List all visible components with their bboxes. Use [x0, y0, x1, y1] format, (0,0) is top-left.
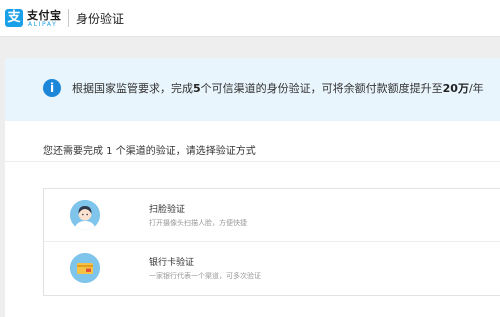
face-avatar-icon — [70, 200, 100, 230]
bank-card-verification-option[interactable]: 银行卡验证 一家银行代表一个渠道，可多次验证 — [44, 242, 500, 294]
notice-banner: i 根据国家监管要求，完成5个可信渠道的身份验证，可将余额付款额度提升至20万/… — [5, 58, 500, 121]
notice-text-part2: 个可信渠道的身份验证，可将余额付款额度提升至 — [200, 82, 443, 95]
notice-text-part1: 根据国家监管要求，完成 — [72, 82, 193, 95]
notice-limit-amount: 20万 — [442, 82, 469, 95]
instruction-text: 您还需要完成 1 个渠道的验证，请选择验证方式 — [43, 146, 256, 157]
info-icon: i — [43, 79, 61, 97]
verification-methods-list: 扫脸验证 打开摄像头扫描人脸，方便快捷 银行卡验证 一家银行代表一个渠道，可多次… — [43, 188, 500, 296]
bank-card-verification-title: 银行卡验证 — [149, 258, 195, 268]
notice-text-part3: /年 — [468, 82, 484, 95]
logo-english-text: ALIPAY — [28, 21, 58, 28]
notice-channel-count: 5 — [193, 82, 201, 95]
page-title: 身份验证 — [76, 12, 125, 26]
main-panel: i 根据国家监管要求，完成5个可信渠道的身份验证，可将余额付款额度提升至20万/… — [5, 58, 500, 317]
bank-card-verification-desc: 一家银行代表一个渠道，可多次验证 — [149, 272, 261, 280]
bank-card-icon — [70, 253, 100, 283]
section-divider — [5, 161, 500, 162]
face-verification-title: 扫脸验证 — [149, 205, 186, 215]
notice-text: 根据国家监管要求，完成5个可信渠道的身份验证，可将余额付款额度提升至20万/年 — [72, 80, 484, 96]
face-verification-desc: 打开摄像头扫描人脸，方便快捷 — [149, 219, 247, 227]
top-header: 支 支付宝 ALIPAY 身份验证 — [0, 0, 500, 37]
alipay-logo-icon[interactable]: 支 — [5, 9, 23, 27]
header-divider — [68, 9, 69, 27]
face-verification-option[interactable]: 扫脸验证 打开摄像头扫描人脸，方便快捷 — [44, 189, 500, 242]
